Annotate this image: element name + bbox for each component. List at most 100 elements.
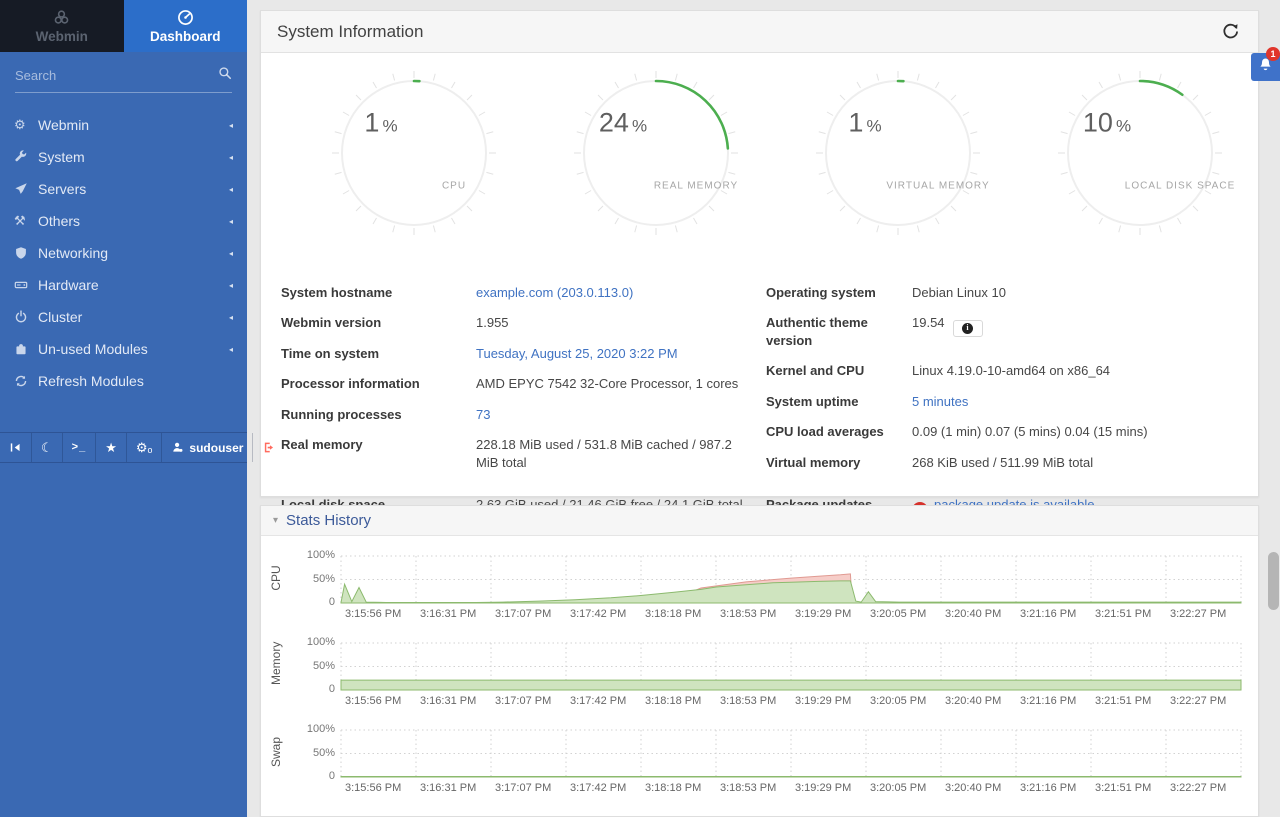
search-input[interactable] <box>15 68 218 83</box>
y-axis-tick: 50% <box>289 747 335 759</box>
x-axis-labels: 3:15:56 PM3:16:31 PM3:17:07 PM3:17:42 PM… <box>341 782 1241 796</box>
x-axis-tick: 3:15:56 PM <box>345 695 401 707</box>
x-axis-tick: 3:17:42 PM <box>570 695 626 707</box>
wrench-icon <box>14 150 38 164</box>
x-axis-tick: 3:18:53 PM <box>720 695 776 707</box>
logout-icon <box>262 441 275 454</box>
info-value-link[interactable]: example.com (203.0.113.0) <box>476 284 633 302</box>
x-axis-tick: 3:19:29 PM <box>795 608 851 620</box>
y-axis-tick: 100% <box>289 636 335 648</box>
x-axis-tick: 3:16:31 PM <box>420 695 476 707</box>
caret-left-icon: ◂ <box>229 121 233 130</box>
x-axis-tick: 3:17:07 PM <box>495 695 551 707</box>
info-row-system-hostname: System hostnameexample.com (203.0.113.0) <box>281 277 749 308</box>
gauge-label: CPU <box>442 181 466 192</box>
night-mode-button[interactable]: ☾ <box>32 433 63 462</box>
info-label: Authentic theme version <box>766 314 912 349</box>
caret-left-icon: ◂ <box>229 249 233 258</box>
info-label: Webmin version <box>281 314 476 332</box>
sidebar-item-label: Others <box>38 213 80 229</box>
x-axis-tick: 3:17:42 PM <box>570 782 626 794</box>
stats-history-header[interactable]: ▾ Stats History <box>261 506 1258 536</box>
gears-icon: ⚙ₒ <box>136 441 153 454</box>
refresh-button[interactable] <box>1218 20 1242 44</box>
refresh-icon <box>14 374 38 388</box>
theme-info-button[interactable]: i <box>953 320 983 337</box>
favorites-button[interactable]: ★ <box>96 433 127 462</box>
info-row-kernel-and-cpu: Kernel and CPULinux 4.19.0-10-amd64 on x… <box>766 356 1246 387</box>
sidebar-item-un-used-modules[interactable]: Un-used Modules◂ <box>0 333 247 365</box>
user-button[interactable]: sudouser <box>162 433 253 462</box>
x-axis-tick: 3:19:29 PM <box>795 695 851 707</box>
x-axis-tick: 3:17:07 PM <box>495 782 551 794</box>
vertical-scrollbar-thumb[interactable] <box>1268 552 1279 610</box>
info-label: Time on system <box>281 345 476 363</box>
info-value-link[interactable]: Tuesday, August 25, 2020 3:22 PM <box>476 345 678 363</box>
info-value: 19.54i <box>912 314 983 349</box>
tab-dashboard[interactable]: Dashboard <box>124 0 248 52</box>
settings-button[interactable]: ⚙ₒ <box>127 433 163 462</box>
collapse-sidebar-button[interactable] <box>0 433 32 462</box>
logout-button[interactable] <box>253 433 284 462</box>
chart-plot-area <box>341 643 1241 690</box>
gauge-real-memory: 24%REAL MEMORY <box>571 68 741 238</box>
chart-swap: Swap100%50%03:15:56 PM3:16:31 PM3:17:07 … <box>261 726 1258 813</box>
sidebar-item-hardware[interactable]: Hardware◂ <box>0 269 247 301</box>
gauge-virtual-memory: 1%VIRTUAL MEMORY <box>813 68 983 238</box>
sidebar-tabs: Webmin Dashboard <box>0 0 247 52</box>
y-axis-tick: 50% <box>289 660 335 672</box>
system-info-table: System hostnameexample.com (203.0.113.0)… <box>261 277 1258 525</box>
sidebar-item-label: Servers <box>38 181 86 197</box>
x-axis-tick: 3:19:29 PM <box>795 782 851 794</box>
info-value: 1.955 <box>476 314 509 332</box>
sidebar-item-servers[interactable]: Servers◂ <box>0 173 247 205</box>
sidebar-item-system[interactable]: System◂ <box>0 141 247 173</box>
sidebar-item-label: Hardware <box>38 277 99 293</box>
gauge-cpu: 1% CPU <box>329 68 499 238</box>
tab-webmin[interactable]: Webmin <box>0 0 124 52</box>
gauge-value: 1% <box>364 108 397 139</box>
x-axis-tick: 3:20:40 PM <box>945 782 1001 794</box>
x-axis-tick: 3:17:07 PM <box>495 608 551 620</box>
gear-icon: ⚙ <box>14 117 38 133</box>
sidebar: Webmin Dashboard ⚙Webmin◂System◂Servers◂… <box>0 0 247 817</box>
logged-in-user-label: sudouser <box>189 441 243 455</box>
stats-history-title: Stats History <box>286 512 371 529</box>
sidebar-item-networking[interactable]: Networking◂ <box>0 237 247 269</box>
x-axis-tick: 3:20:05 PM <box>870 782 926 794</box>
gauge-local-disk-space: 10%LOCAL DISK SPACE <box>1055 68 1225 238</box>
terminal-button[interactable]: >_ <box>63 433 97 462</box>
sidebar-item-label: System <box>38 149 85 165</box>
sidebar-item-label: Un-used Modules <box>38 341 148 357</box>
system-information-card: System Information 1% CPU 24%REAL MEMORY 1%… <box>260 10 1259 497</box>
caret-left-icon: ◂ <box>229 217 233 226</box>
x-axis-labels: 3:15:56 PM3:16:31 PM3:17:07 PM3:17:42 PM… <box>341 608 1241 622</box>
sidebar-item-cluster[interactable]: Cluster ◂ <box>0 301 247 333</box>
x-axis-tick: 3:18:53 PM <box>720 608 776 620</box>
info-label: CPU load averages <box>766 423 912 441</box>
y-axis-tick: 50% <box>289 573 335 585</box>
page-title: System Information <box>277 22 423 42</box>
info-label: System uptime <box>766 393 912 411</box>
info-row-cpu-load-averages: CPU load averages0.09 (1 min) 0.07 (5 mi… <box>766 417 1246 448</box>
sidebar-item-others[interactable]: ⚒Others◂ <box>0 205 247 237</box>
x-axis-tick: 3:16:31 PM <box>420 608 476 620</box>
sidebar-toolbar: ☾>_★ ⚙ₒ sudouser <box>0 432 247 463</box>
caret-left-icon: ◂ <box>229 313 233 322</box>
gauge-label: REAL MEMORY <box>654 181 738 192</box>
sidebar-item-refresh-modules[interactable]: Refresh Modules <box>0 365 247 397</box>
info-row-webmin-version: Webmin version1.955 <box>281 308 749 339</box>
x-axis-tick: 3:21:16 PM <box>1020 695 1076 707</box>
notifications-button[interactable]: 1 <box>1251 53 1280 81</box>
info-value: Debian Linux 10 <box>912 284 1006 302</box>
info-column-right: Operating systemDebian Linux 10Authentic… <box>766 277 1246 525</box>
sidebar-item-label: Refresh Modules <box>38 373 144 389</box>
info-value-link[interactable]: 73 <box>476 406 490 424</box>
x-axis-tick: 3:15:56 PM <box>345 608 401 620</box>
sidebar-item-label: Cluster <box>38 309 82 325</box>
sidebar-item-label: Webmin <box>38 117 89 133</box>
info-value-link[interactable]: 5 minutes <box>912 393 968 411</box>
info-value: AMD EPYC 7542 32-Core Processor, 1 cores <box>476 375 738 393</box>
sidebar-item-webmin[interactable]: ⚙Webmin ◂ <box>0 109 247 141</box>
user-icon <box>171 441 184 454</box>
